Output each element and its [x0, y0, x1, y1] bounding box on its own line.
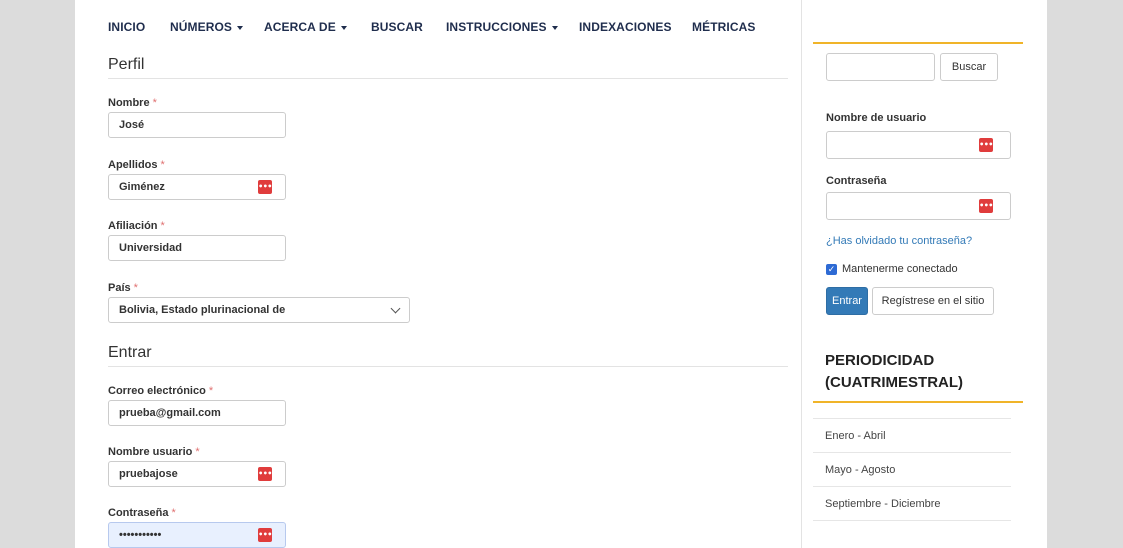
section-title-entrar: Entrar — [108, 344, 152, 361]
nav-item-label: NÚMEROS — [170, 20, 233, 34]
sidebar-password-label: Contraseña — [826, 175, 887, 187]
required-marker: * — [171, 507, 176, 519]
page-gutter-left — [0, 0, 75, 548]
contrasena-label-text: Contraseña — [108, 507, 169, 519]
periodicity-title: PERIODICIDAD (CUATRIMESTRAL) — [825, 350, 963, 394]
nav-item-acerca-de[interactable]: ACERCA DE — [264, 20, 347, 34]
nav-item-label: INSTRUCCIONES — [446, 20, 547, 34]
password-manager-icon[interactable]: ••• — [258, 180, 272, 194]
password-manager-icon[interactable]: ••• — [979, 138, 993, 152]
correo-label-text: Correo electrónico — [108, 385, 206, 397]
section-title-perfil: Perfil — [108, 56, 145, 73]
periodicity-accent — [813, 401, 1023, 403]
page-gutter-right — [1047, 0, 1123, 548]
nav-item-label: ACERCA DE — [264, 20, 336, 34]
sidebar-password-input[interactable]: ••• — [826, 192, 1011, 220]
nav-item-numeros[interactable]: NÚMEROS — [170, 20, 244, 34]
list-item[interactable]: Septiembre - Diciembre — [813, 486, 1011, 521]
required-marker: * — [133, 282, 138, 294]
required-marker: * — [152, 97, 157, 109]
password-value: ••••••••••• — [119, 529, 162, 541]
nav-item-inicio[interactable]: INICIO — [108, 20, 145, 34]
forgot-password-link[interactable]: ¿Has olvidado tu contraseña? — [826, 235, 972, 247]
sidebar-search-input[interactable] — [826, 53, 935, 81]
caret-down-icon — [237, 25, 244, 30]
username-value: pruebajose — [119, 468, 178, 480]
nav-item-label: INICIO — [108, 20, 146, 34]
sidebar-top-accent — [813, 42, 1023, 44]
apellidos-label-text: Apellidos — [108, 159, 158, 171]
required-marker: * — [160, 159, 165, 171]
nav-item-buscar[interactable]: BUSCAR — [371, 20, 423, 34]
nav-item-label: INDEXACIONES — [579, 20, 672, 34]
section-divider — [108, 78, 788, 79]
nombre-value: José — [119, 119, 145, 131]
afiliacion-field[interactable]: Universidad — [108, 235, 286, 261]
required-marker: * — [195, 446, 200, 458]
required-marker: * — [208, 385, 214, 397]
nombre-label-text: Nombre — [108, 97, 150, 109]
periodicity-title-line2: (CUATRIMESTRAL) — [825, 374, 964, 391]
correo-label: Correo electrónico * — [108, 385, 213, 397]
checkmark-icon: ✓ — [827, 264, 836, 274]
page-container: INICIO NÚMEROS ACERCA DE BUSCAR INSTRUCC… — [75, 0, 1047, 548]
remember-me-label[interactable]: Mantenerme conectado — [842, 263, 958, 275]
afiliacion-value: Universidad — [119, 242, 182, 254]
sidebar-divider — [801, 0, 802, 548]
register-button[interactable]: Regístrese en el sitio — [872, 287, 994, 315]
section-divider — [108, 366, 788, 367]
apellidos-label: Apellidos * — [108, 159, 165, 171]
period-label: Mayo - Agosto — [825, 463, 896, 476]
chevron-down-icon — [390, 303, 401, 313]
sidebar-username-label: Nombre de usuario — [826, 112, 927, 124]
username-field[interactable]: pruebajose ••• — [108, 461, 286, 487]
nav-item-instrucciones[interactable]: INSTRUCCIONES — [446, 20, 558, 34]
period-label: Enero - Abril — [825, 429, 886, 442]
main-navbar: INICIO NÚMEROS ACERCA DE BUSCAR INSTRUCC… — [75, 14, 795, 42]
nav-item-label: MÉTRICAS — [692, 20, 756, 34]
caret-down-icon — [551, 25, 558, 30]
pais-label-text: País — [108, 282, 131, 294]
nombre-field[interactable]: José — [108, 112, 286, 138]
password-manager-icon[interactable]: ••• — [258, 528, 272, 542]
password-manager-icon[interactable]: ••• — [258, 467, 272, 481]
nav-item-metricas[interactable]: MÉTRICAS — [692, 20, 755, 34]
period-label: Septiembre - Diciembre — [825, 497, 941, 510]
sidebar-search-button[interactable]: Buscar — [940, 53, 998, 81]
nombre-label: Nombre * — [108, 97, 157, 109]
nav-item-label: BUSCAR — [371, 20, 423, 34]
apellidos-value: Giménez — [119, 181, 165, 193]
password-field[interactable]: ••••••••••• ••• — [108, 522, 286, 548]
caret-down-icon — [340, 25, 347, 30]
afiliacion-label-text: Afiliación — [108, 220, 158, 232]
afiliacion-label: Afiliación * — [108, 220, 165, 232]
pais-value: Bolivia, Estado plurinacional de — [119, 304, 286, 316]
usuario-label: Nombre usuario * — [108, 446, 200, 458]
login-button[interactable]: Entrar — [826, 287, 868, 315]
apellidos-field[interactable]: Giménez ••• — [108, 174, 286, 200]
email-field[interactable]: prueba@gmail.com — [108, 400, 286, 426]
periodicity-title-line1: PERIODICIDAD — [825, 352, 935, 369]
list-item[interactable]: Enero - Abril — [813, 418, 1011, 452]
required-marker: * — [160, 220, 165, 232]
email-value: prueba@gmail.com — [119, 407, 221, 419]
contrasena-label: Contraseña * — [108, 507, 176, 519]
password-manager-icon[interactable]: ••• — [979, 199, 993, 213]
sidebar-username-input[interactable]: ••• — [826, 131, 1011, 159]
pais-select[interactable]: Bolivia, Estado plurinacional de — [108, 297, 410, 323]
remember-me-checkbox[interactable]: ✓ — [826, 264, 837, 275]
usuario-label-text: Nombre usuario — [108, 446, 193, 458]
pais-label: País * — [108, 282, 138, 294]
list-item[interactable]: Mayo - Agosto — [813, 452, 1011, 486]
nav-item-indexaciones[interactable]: INDEXACIONES — [579, 20, 672, 34]
